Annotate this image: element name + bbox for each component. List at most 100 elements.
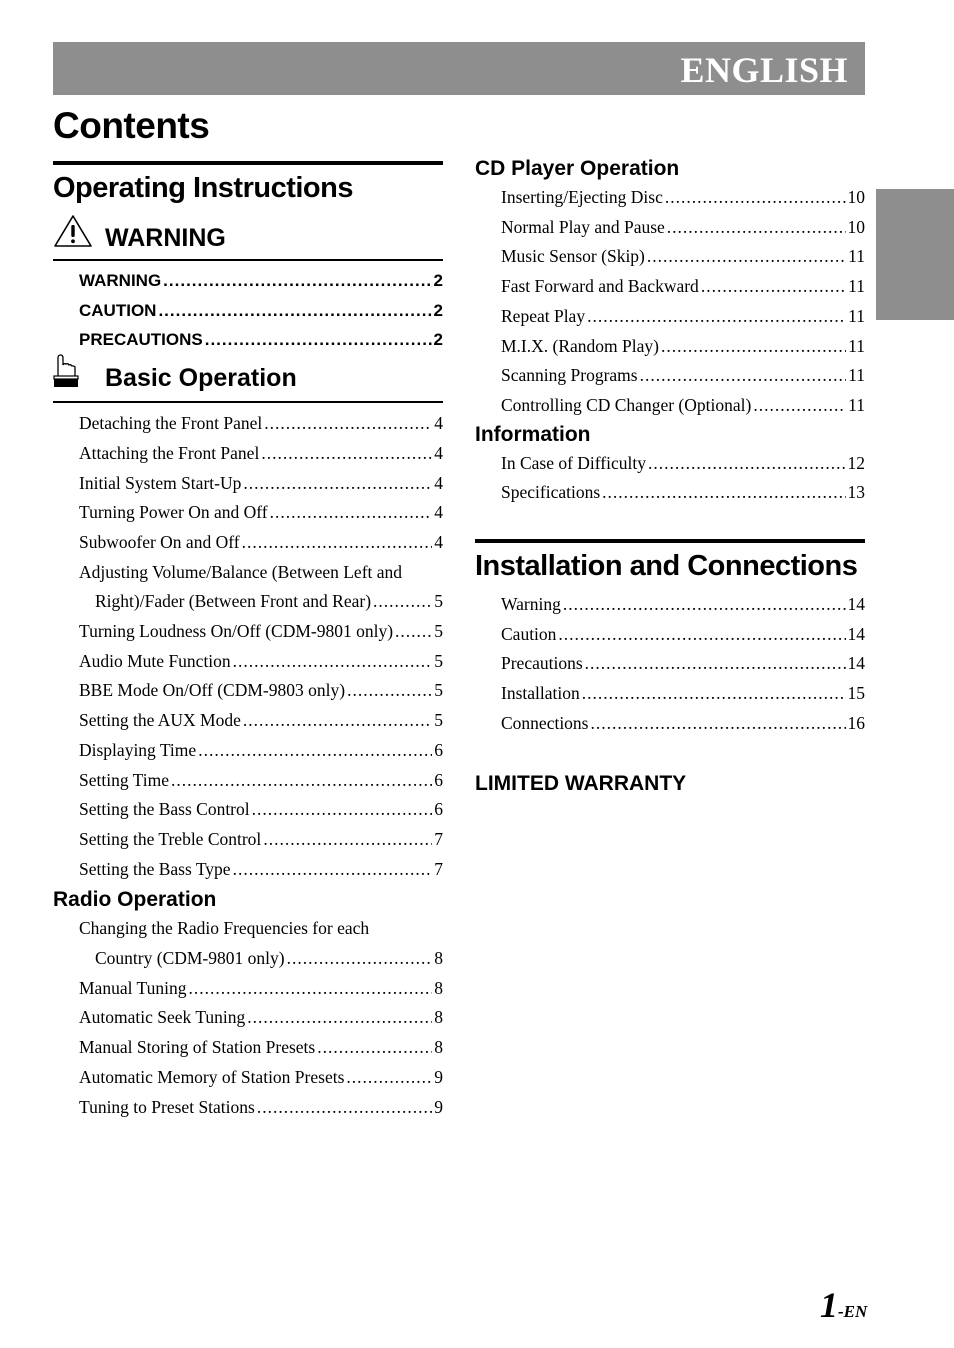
toc-entry[interactable]: Audio Mute Function 5 bbox=[79, 647, 443, 677]
warning-toc-list: WARNING 2 CAUTION 2 PRECAUTIONS 2 bbox=[79, 266, 443, 355]
toc-page-number: 11 bbox=[848, 394, 865, 415]
toc-entry-label: Turning Loudness On/Off (CDM-9801 only) bbox=[79, 621, 394, 642]
toc-entry[interactable]: Displaying Time 6 bbox=[79, 736, 443, 766]
dot-leader bbox=[270, 498, 433, 528]
toc-entry[interactable]: Setting the AUX Mode 5 bbox=[79, 706, 443, 736]
toc-page-number: 6 bbox=[434, 769, 443, 790]
dot-leader bbox=[205, 325, 432, 355]
dot-leader bbox=[640, 361, 847, 391]
toc-entry[interactable]: PRECAUTIONS 2 bbox=[79, 325, 443, 355]
installation-heading: Installation and Connections bbox=[475, 550, 858, 583]
toc-entry-label: Setting the Bass Control bbox=[79, 799, 250, 820]
toc-page-number: 11 bbox=[848, 365, 865, 386]
dot-leader bbox=[587, 302, 846, 332]
toc-page-number: 7 bbox=[434, 858, 443, 879]
toc-page-number: 9 bbox=[434, 1096, 443, 1117]
toc-entry-label: Controlling CD Changer (Optional) bbox=[501, 394, 752, 415]
toc-entry[interactable]: Scanning Programs 11 bbox=[501, 361, 865, 391]
toc-entry-label: Manual Tuning bbox=[79, 977, 187, 998]
installation-toc-list: Warning 14 Caution 14 Precautions 14 Installat… bbox=[501, 590, 865, 739]
toc-entry[interactable]: BBE Mode On/Off (CDM-9803 only) 5 bbox=[79, 676, 443, 706]
toc-entry[interactable]: Country (CDM-9801 only) 8 bbox=[79, 944, 443, 974]
toc-entry[interactable]: Turning Power On and Off 4 bbox=[79, 498, 443, 528]
dot-leader bbox=[753, 391, 846, 421]
toc-entry[interactable]: Precautions 14 bbox=[501, 649, 865, 679]
basic-operation-toc-list: Detaching the Front Panel4Attaching the … bbox=[79, 409, 443, 884]
side-tab-marker bbox=[876, 189, 954, 320]
toc-entry-label: Scanning Programs bbox=[501, 365, 638, 386]
toc-entry[interactable]: Tuning to Preset Stations 9 bbox=[79, 1093, 443, 1123]
toc-entry[interactable]: Attaching the Front Panel 4 bbox=[79, 439, 443, 469]
page-number: 1-EN bbox=[820, 1284, 867, 1326]
dot-leader bbox=[647, 242, 846, 272]
warning-heading: WARNING bbox=[53, 209, 443, 253]
information-heading: Information bbox=[475, 422, 591, 446]
toc-page-number: 13 bbox=[847, 482, 866, 503]
toc-page-number: 14 bbox=[847, 653, 866, 674]
toc-page-number: 2 bbox=[433, 271, 443, 290]
toc-entry[interactable]: Music Sensor (Skip) 11 bbox=[501, 242, 865, 272]
toc-entry-label: PRECAUTIONS bbox=[79, 330, 203, 350]
toc-page-number: 11 bbox=[848, 276, 865, 297]
dot-leader bbox=[263, 825, 432, 855]
toc-entry[interactable]: Right)/Fader (Between Front and Rear) 5 bbox=[79, 587, 443, 617]
toc-page-number: 5 bbox=[434, 680, 443, 701]
toc-entry-label[interactable]: Adjusting Volume/Balance (Between Left a… bbox=[79, 558, 443, 588]
toc-page-number: 8 bbox=[434, 977, 443, 998]
toc-entry[interactable]: Warning 14 bbox=[501, 590, 865, 620]
toc-entry[interactable]: Repeat Play 11 bbox=[501, 302, 865, 332]
toc-entry[interactable]: Controlling CD Changer (Optional) 11 bbox=[501, 391, 865, 421]
radio-operation-toc-list: Changing the Radio Frequencies for each C… bbox=[79, 914, 443, 1122]
dot-leader bbox=[701, 272, 846, 302]
toc-page-number: 4 bbox=[434, 472, 443, 493]
toc-entry[interactable]: Manual Tuning 8 bbox=[79, 974, 443, 1004]
information-toc-list: In Case of Difficulty 12 Specifications 13 bbox=[501, 449, 865, 508]
limited-warranty-heading[interactable]: LIMITED WARRANTY bbox=[475, 770, 865, 798]
toc-entry[interactable]: Initial System Start-Up 4 bbox=[79, 469, 443, 499]
toc-page-number: 15 bbox=[847, 683, 866, 704]
toc-entry[interactable]: Detaching the Front Panel 4 bbox=[79, 409, 443, 439]
dot-leader bbox=[395, 617, 432, 647]
toc-entry-label: Detaching the Front Panel bbox=[79, 413, 263, 434]
toc-entry-label: Initial System Start-Up bbox=[79, 472, 242, 493]
dot-leader bbox=[582, 679, 846, 709]
toc-entry[interactable]: Connections 16 bbox=[501, 709, 865, 739]
toc-entry[interactable]: Normal Play and Pause 10 bbox=[501, 213, 865, 243]
toc-entry[interactable]: Installation 15 bbox=[501, 679, 865, 709]
toc-entry[interactable]: Specifications 13 bbox=[501, 478, 865, 508]
toc-page-number: 5 bbox=[434, 591, 443, 612]
toc-entry[interactable]: Turning Loudness On/Off (CDM-9801 only) 5 bbox=[79, 617, 443, 647]
toc-page-number: 6 bbox=[434, 799, 443, 820]
toc-entry[interactable]: Setting the Bass Control 6 bbox=[79, 795, 443, 825]
dot-leader bbox=[188, 974, 432, 1004]
dot-leader bbox=[347, 676, 432, 706]
toc-entry[interactable]: Caution 14 bbox=[501, 620, 865, 650]
toc-entry-label[interactable]: Changing the Radio Frequencies for each bbox=[79, 914, 443, 944]
toc-entry[interactable]: WARNING 2 bbox=[79, 266, 443, 296]
toc-entry[interactable]: Automatic Memory of Station Presets 9 bbox=[79, 1063, 443, 1093]
toc-entry[interactable]: Setting Time 6 bbox=[79, 766, 443, 796]
toc-entry[interactable]: Manual Storing of Station Presets 8 bbox=[79, 1033, 443, 1063]
dot-leader bbox=[317, 1033, 432, 1063]
toc-entry[interactable]: Subwoofer On and Off 4 bbox=[79, 528, 443, 558]
toc-entry-label: Specifications bbox=[501, 482, 601, 503]
toc-entry[interactable]: Setting the Treble Control 7 bbox=[79, 825, 443, 855]
toc-entry[interactable]: Automatic Seek Tuning 8 bbox=[79, 1003, 443, 1033]
toc-entry[interactable]: Inserting/Ejecting Disc 10 bbox=[501, 183, 865, 213]
toc-page-number: 16 bbox=[847, 712, 866, 733]
dot-leader bbox=[252, 795, 433, 825]
toc-page-number: 5 bbox=[434, 710, 443, 731]
toc-entry[interactable]: CAUTION 2 bbox=[79, 296, 443, 326]
toc-entry-label: Tuning to Preset Stations bbox=[79, 1096, 255, 1117]
dot-leader bbox=[373, 587, 432, 617]
section-divider bbox=[53, 401, 443, 404]
toc-entry-label: Repeat Play bbox=[501, 305, 586, 326]
toc-entry[interactable]: In Case of Difficulty 12 bbox=[501, 449, 865, 479]
toc-entry[interactable]: M.I.X. (Random Play) 11 bbox=[501, 332, 865, 362]
dot-leader bbox=[243, 469, 432, 499]
toc-entry[interactable]: Setting the Bass Type 7 bbox=[79, 855, 443, 885]
toc-entry-label: Caution bbox=[501, 623, 557, 644]
toc-entry[interactable]: Fast Forward and Backward 11 bbox=[501, 272, 865, 302]
section-divider bbox=[53, 259, 443, 261]
warning-heading-label: WARNING bbox=[105, 224, 226, 252]
